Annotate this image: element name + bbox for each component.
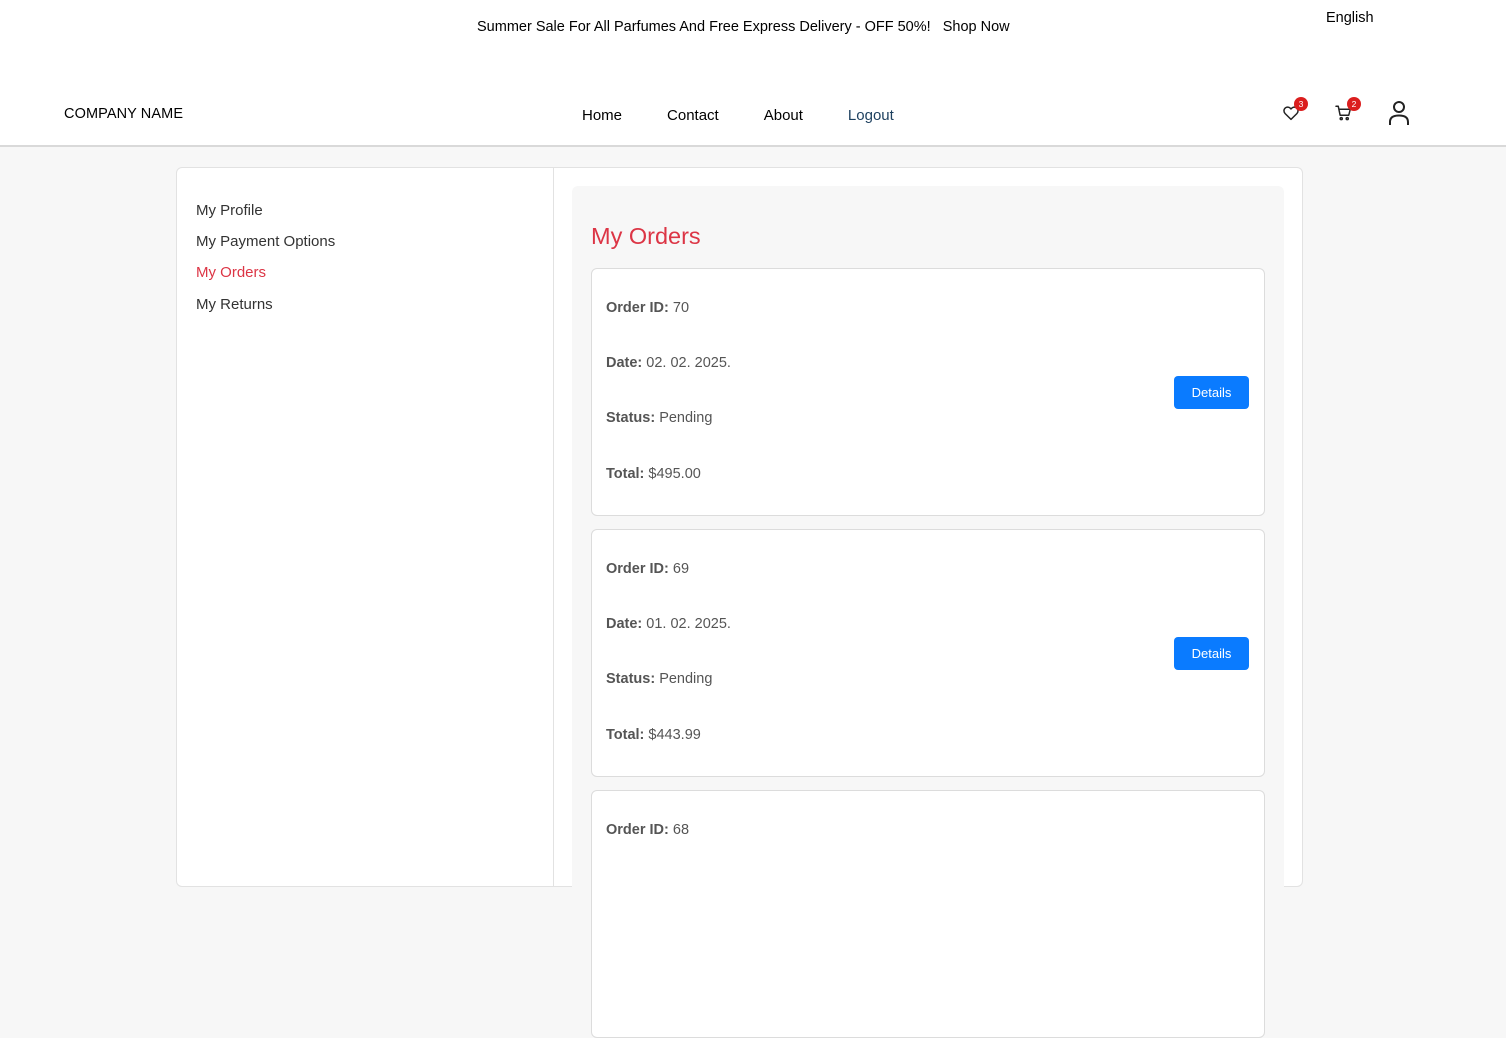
orders-section: My Orders Order ID: 70 Date: 02. 02. 202… [572,186,1284,1038]
top-header: Summer Sale For All Parfumes And Free Ex… [0,0,1506,147]
wishlist-count-badge: 3 [1294,97,1308,111]
cart-count-badge: 2 [1347,97,1361,111]
order-id-row: Order ID: 68 [606,822,689,838]
order-id-label: Order ID: [606,822,669,838]
order-id-value: 69 [672,561,690,577]
order-status-row: Status: Pending [606,671,712,687]
nav-about[interactable]: About [764,107,803,124]
order-details-button[interactable]: Details [1174,637,1249,670]
sidebar-item-orders[interactable]: My Orders [196,264,266,281]
order-date-value: 01. 02. 2025. [646,616,731,632]
page-title: My Orders [591,223,701,249]
order-status-label: Status: [606,410,656,426]
order-total-row: Total: $495.00 [606,466,701,482]
order-status-label: Status: [606,671,656,687]
sidebar-item-payment-options[interactable]: My Payment Options [196,233,335,250]
nav-home[interactable]: Home [582,107,622,124]
order-status-value: Pending [659,671,713,687]
language-selector[interactable]: English [1326,10,1374,26]
order-date-label: Date: [606,616,643,632]
order-id-row: Order ID: 70 [606,300,689,316]
nav-logout[interactable]: Logout [848,107,894,124]
wishlist-button[interactable]: 3 [1282,97,1308,122]
sidebar-item-returns[interactable]: My Returns [196,296,273,313]
order-date-row: Date: 02. 02. 2025. [606,355,731,371]
order-card: Order ID: 70 Date: 02. 02. 2025. Status:… [591,268,1265,516]
order-status-value: Pending [659,410,713,426]
order-details-button[interactable]: Details [1174,376,1249,409]
order-id-value: 70 [672,300,690,316]
order-total-label: Total: [606,466,645,482]
order-date-row: Date: 01. 02. 2025. [606,616,731,632]
sidebar-item-profile[interactable]: My Profile [196,202,263,219]
promo-text: Summer Sale For All Parfumes And Free Ex… [477,19,931,35]
order-total-row: Total: $443.99 [606,727,701,743]
account-button[interactable] [1388,100,1410,126]
order-total-value: $495.00 [648,466,701,482]
order-date-label: Date: [606,355,643,371]
order-date-value: 02. 02. 2025. [646,355,731,371]
order-card: Order ID: 69 Date: 01. 02. 2025. Status:… [591,529,1265,777]
order-card: Order ID: 68 [591,790,1265,1038]
brand-logo[interactable]: COMPANY NAME [64,106,183,122]
order-id-label: Order ID: [606,300,669,316]
shop-now-link[interactable]: Shop Now [943,19,1010,35]
order-total-value: $443.99 [648,727,701,743]
nav-contact[interactable]: Contact [667,107,719,124]
main-nav: Home Contact About Logout [582,107,894,124]
promo-banner: Summer Sale For All Parfumes And Free Ex… [477,19,1010,35]
order-total-label: Total: [606,727,645,743]
order-id-row: Order ID: 69 [606,561,689,577]
cart-button[interactable]: 2 [1334,97,1361,122]
account-panel: My Profile My Payment Options My Orders … [176,167,1303,1038]
order-id-label: Order ID: [606,561,669,577]
order-status-row: Status: Pending [606,410,712,426]
user-icon [1389,101,1409,125]
account-sidebar: My Profile My Payment Options My Orders … [177,168,554,886]
order-id-value: 68 [672,822,690,838]
